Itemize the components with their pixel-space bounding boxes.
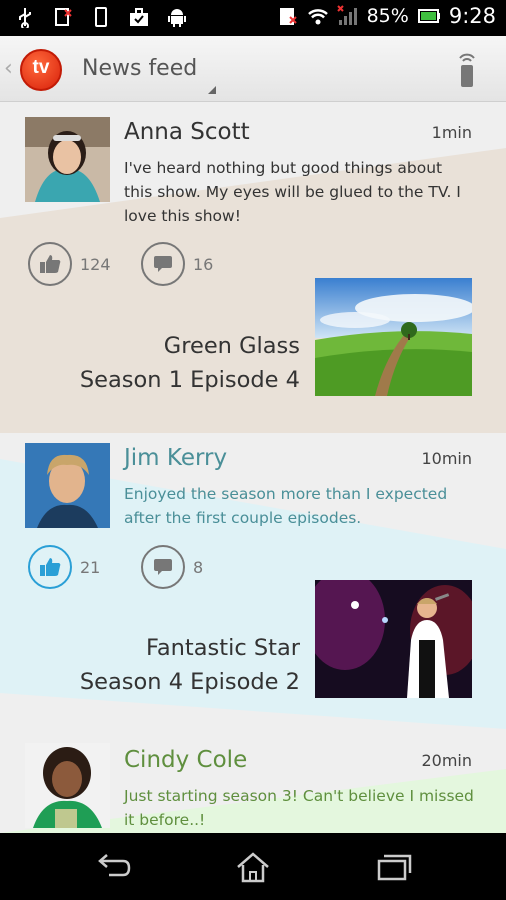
show-info[interactable]: Green Glass Season 1 Episode 4 (80, 329, 300, 397)
show-episode: Season 4 Episode 2 (79, 669, 300, 695)
comment-circle[interactable] (141, 545, 185, 589)
show-info[interactable]: Fantastic Star Season 4 Episode 2 (80, 631, 300, 699)
phone-icon (95, 7, 107, 27)
feed-post[interactable]: Cindy Cole 20min Just starting season 3!… (0, 739, 506, 833)
like-count: 124 (80, 254, 111, 274)
show-title: Green Glass (163, 333, 300, 359)
like-circle[interactable] (28, 242, 72, 286)
app-logo[interactable]: tv (20, 49, 62, 91)
avatar[interactable] (25, 117, 110, 202)
status-bar: 85% 9:28 (0, 0, 506, 36)
recent-apps-icon[interactable] (376, 851, 412, 883)
battery-percent: 85% (366, 5, 409, 27)
thumbs-up-icon (40, 255, 61, 273)
feed-post[interactable]: Jim Kerry 10min Enjoyed the season more … (0, 429, 506, 749)
like-button[interactable]: 21 (28, 545, 100, 589)
like-count: 21 (80, 557, 101, 577)
post-text: I've heard nothing but good things about… (124, 159, 461, 225)
usb-icon (19, 8, 31, 28)
post-author-name[interactable]: Jim Kerry (124, 445, 227, 471)
home-icon[interactable] (235, 851, 271, 883)
post-author-name[interactable]: Cindy Cole (124, 747, 247, 773)
post-text: Enjoyed the season more than I expected … (124, 485, 448, 527)
post-text: Just starting season 3! Can't believe I … (124, 787, 474, 829)
dropdown-indicator-icon[interactable] (208, 86, 216, 94)
back-caret-icon[interactable]: ‹ (4, 56, 13, 81)
sim-icon (279, 8, 297, 25)
briefcase-icon (130, 8, 148, 26)
comment-circle[interactable] (141, 242, 185, 286)
like-circle-active[interactable] (28, 545, 72, 589)
battery-icon (417, 9, 440, 23)
comment-bubble-icon (154, 256, 172, 272)
comment-count: 16 (193, 254, 214, 274)
sim-alert-icon (55, 8, 72, 26)
comment-bubble-icon (154, 559, 172, 575)
show-thumbnail[interactable] (315, 580, 472, 698)
signal-icon (336, 5, 357, 25)
wifi-icon (307, 9, 328, 25)
post-time: 20min (421, 751, 472, 770)
like-button[interactable]: 124 (28, 242, 111, 286)
comment-count: 8 (193, 557, 204, 577)
show-episode: Season 1 Episode 4 (79, 367, 300, 393)
android-icon (168, 9, 186, 27)
show-title: Fantastic Star (146, 635, 300, 661)
app-logo-text: tv (32, 57, 50, 78)
page-title[interactable]: News feed (82, 56, 197, 81)
avatar[interactable] (25, 743, 110, 828)
avatar[interactable] (25, 443, 110, 528)
thumbs-up-icon (40, 558, 61, 576)
clock: 9:28 (448, 4, 496, 28)
show-thumbnail[interactable] (315, 278, 472, 396)
news-feed[interactable]: Anna Scott 1min I've heard nothing but g… (0, 103, 506, 833)
feed-post[interactable]: Anna Scott 1min I've heard nothing but g… (0, 103, 506, 433)
remote-control-icon[interactable] (456, 52, 478, 88)
action-bar: ‹ tv News feed (0, 36, 506, 102)
post-author-name[interactable]: Anna Scott (124, 119, 250, 145)
back-icon[interactable] (95, 851, 131, 883)
navigation-bar (0, 833, 506, 900)
comment-button[interactable]: 16 (141, 242, 213, 286)
post-time: 1min (431, 123, 472, 142)
comment-button[interactable]: 8 (141, 545, 203, 589)
post-time: 10min (421, 449, 472, 468)
